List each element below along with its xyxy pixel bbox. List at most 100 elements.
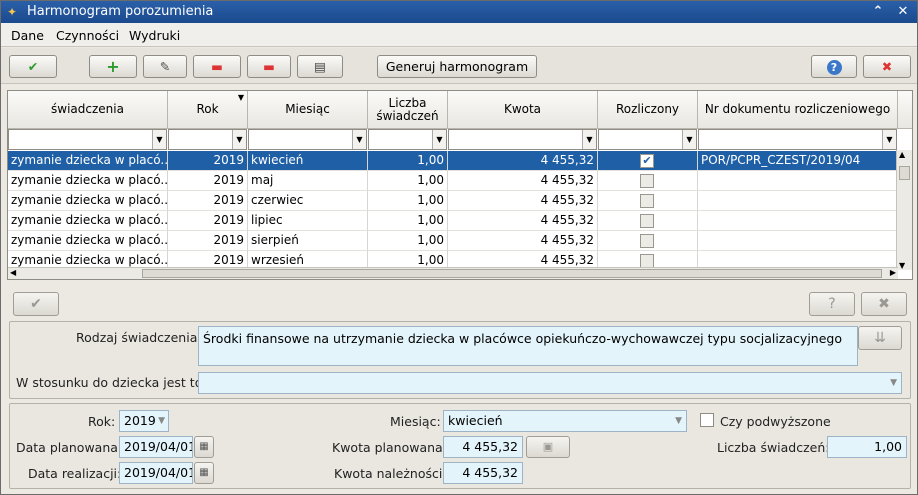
minus-red-icon: ▬: [263, 59, 275, 74]
podwyzszone-checkbox[interactable]: [700, 413, 714, 427]
rok-label: Rok:: [88, 414, 116, 429]
filter-dropdown-icon[interactable]: ▼: [152, 130, 166, 149]
col-header-liczba[interactable]: Liczba świadczeń: [368, 91, 448, 129]
vertical-scrollbar[interactable]: ▲ ▼: [896, 150, 912, 270]
miesiac-select[interactable]: kwiecień ▼: [443, 410, 687, 432]
rok-value: 2019: [124, 413, 156, 428]
podwyzszone-label: Czy podwyższone: [720, 414, 831, 429]
menu-wydruki[interactable]: Wydruki: [129, 28, 180, 43]
edit-icon: ✎: [159, 59, 171, 74]
filter-kwota[interactable]: ▼: [448, 129, 597, 150]
rozliczony-checkbox[interactable]: [640, 214, 654, 228]
filter-dropdown-icon[interactable]: ▼: [432, 130, 446, 149]
miesiac-value: kwiecień: [448, 413, 503, 428]
help-icon: ?: [828, 296, 836, 312]
table-row[interactable]: zymanie dziecka w placó... 2019 lipiec 1,00…: [8, 211, 898, 231]
kwota-plan-field[interactable]: 4 455,32: [443, 436, 523, 458]
expand-icon: ⇊: [874, 330, 886, 346]
chevron-down-icon: ▼: [158, 416, 165, 426]
stosunek-select[interactable]: ▼: [198, 372, 902, 394]
rozliczony-checkbox[interactable]: [640, 234, 654, 248]
data-plan-field[interactable]: 2019/04/01: [119, 436, 193, 458]
detail-panel-top: Rodzaj świadczenia: Środki finansowe na …: [9, 321, 911, 399]
data-plan-label: Data planowana:: [16, 440, 123, 455]
table-row[interactable]: zymanie dziecka w placó... 2019 maj 1,00 4 4…: [8, 171, 898, 191]
detail-confirm-button[interactable]: ✔: [13, 292, 59, 316]
filter-dropdown-icon[interactable]: ▼: [232, 130, 246, 149]
kwota-plan-calc-button[interactable]: ▣: [526, 436, 570, 458]
cancel-button[interactable]: ✖: [863, 55, 911, 78]
horizontal-scrollbar[interactable]: ◀ ▶: [8, 267, 898, 279]
confirm-button[interactable]: ✔: [9, 55, 57, 78]
detail-help-button[interactable]: ?: [809, 292, 855, 316]
filter-nr-dok[interactable]: ▼: [698, 129, 897, 150]
sort-desc-icon: ▼: [237, 93, 244, 102]
kwota-nal-field[interactable]: 4 455,32: [443, 462, 523, 484]
cell-miesiac: czerwiec: [248, 191, 368, 211]
cell-liczba: 1,00: [368, 151, 448, 171]
rozliczony-checkbox[interactable]: [640, 174, 654, 188]
add-button[interactable]: +: [89, 55, 137, 78]
menu-czynnosci[interactable]: Czynności: [56, 28, 119, 43]
expand-button[interactable]: ⇊: [858, 326, 902, 350]
scroll-right-icon[interactable]: ▶: [890, 268, 896, 277]
table-row[interactable]: zymanie dziecka w placó... 2019 kwiecień 1,…: [8, 151, 898, 171]
detail-cancel-button[interactable]: ✖: [861, 292, 907, 316]
col-header-miesiac[interactable]: Miesiąc: [248, 91, 368, 129]
cell-nr_dok: [698, 231, 898, 251]
cell-rozliczony: ✔: [598, 151, 698, 171]
help-button[interactable]: ?: [811, 55, 857, 78]
scroll-left-icon[interactable]: ◀: [10, 268, 16, 277]
toolbar: ✔ + ✎ ▬ ▬ ▤ Generuj harmonogram ? ✖: [1, 48, 917, 84]
data-real-calendar-button[interactable]: ▦: [194, 462, 214, 484]
rozliczony-checkbox[interactable]: ✔: [640, 154, 654, 168]
filter-miesiac[interactable]: ▼: [248, 129, 367, 150]
col-header-kwota[interactable]: Kwota: [448, 91, 598, 129]
cell-nr_dok: [698, 211, 898, 231]
title-bar: ✦ Harmonogram porozumienia ⌃ ✕: [1, 1, 917, 23]
menu-dane[interactable]: Dane: [11, 28, 44, 43]
horizontal-scroll-thumb[interactable]: [142, 269, 882, 278]
col-header-rok[interactable]: Rok ▼: [168, 91, 248, 129]
filter-rok[interactable]: ▼: [168, 129, 247, 150]
liczba-field[interactable]: 1,00: [827, 436, 907, 458]
edit-button[interactable]: ✎: [143, 55, 187, 78]
filter-dropdown-icon[interactable]: ▼: [582, 130, 596, 149]
filter-row: ▼ ▼ ▼ ▼ ▼ ▼ ▼: [8, 129, 912, 150]
chevron-down-icon: ▼: [675, 416, 682, 426]
cell-swiadczenie: zymanie dziecka w placó...: [8, 231, 168, 251]
collapse-icon[interactable]: ⌃: [869, 3, 887, 21]
remove-button[interactable]: ▬: [193, 55, 241, 78]
cell-swiadczenie: zymanie dziecka w placó...: [8, 171, 168, 191]
scroll-up-icon[interactable]: ▲: [899, 150, 905, 159]
col-header-rok-label: Rok: [196, 102, 219, 116]
col-header-nr-dok[interactable]: Nr dokumentu rozliczeniowego: [698, 91, 898, 129]
cell-rok: 2019: [168, 231, 248, 251]
vertical-scroll-thumb[interactable]: [899, 166, 910, 180]
filter-dropdown-icon[interactable]: ▼: [882, 130, 896, 149]
copy-button[interactable]: ▤: [297, 55, 343, 78]
table-row[interactable]: zymanie dziecka w placó... 2019 czerwiec 1,…: [8, 191, 898, 211]
rozliczony-checkbox[interactable]: [640, 194, 654, 208]
table-row[interactable]: zymanie dziecka w placó... 2019 sierpień 1,…: [8, 231, 898, 251]
col-header-swiadczenie[interactable]: świadczenia: [8, 91, 168, 129]
cell-rozliczony: [598, 191, 698, 211]
filter-liczba[interactable]: ▼: [368, 129, 447, 150]
filter-swiadczenie[interactable]: ▼: [8, 129, 167, 150]
close-icon[interactable]: ✕: [894, 3, 912, 21]
data-plan-calendar-button[interactable]: ▦: [194, 436, 214, 458]
rodzaj-field[interactable]: Środki finansowe na utrzymanie dziecka w…: [198, 326, 858, 366]
rok-select[interactable]: 2019 ▼: [119, 410, 169, 432]
cell-nr_dok: [698, 171, 898, 191]
filter-dropdown-icon[interactable]: ▼: [682, 130, 696, 149]
rozliczony-checkbox[interactable]: [640, 254, 654, 268]
cell-kwota: 4 455,32: [448, 191, 598, 211]
scroll-down-icon[interactable]: ▼: [899, 261, 905, 270]
filter-rozliczony[interactable]: ▼: [598, 129, 697, 150]
filter-dropdown-icon[interactable]: ▼: [352, 130, 366, 149]
data-real-field[interactable]: 2019/04/01: [119, 462, 193, 484]
remove-all-button[interactable]: ▬: [247, 55, 291, 78]
cell-miesiac: sierpień: [248, 231, 368, 251]
col-header-rozliczony[interactable]: Rozliczony: [598, 91, 698, 129]
generate-schedule-button[interactable]: Generuj harmonogram: [377, 55, 537, 78]
